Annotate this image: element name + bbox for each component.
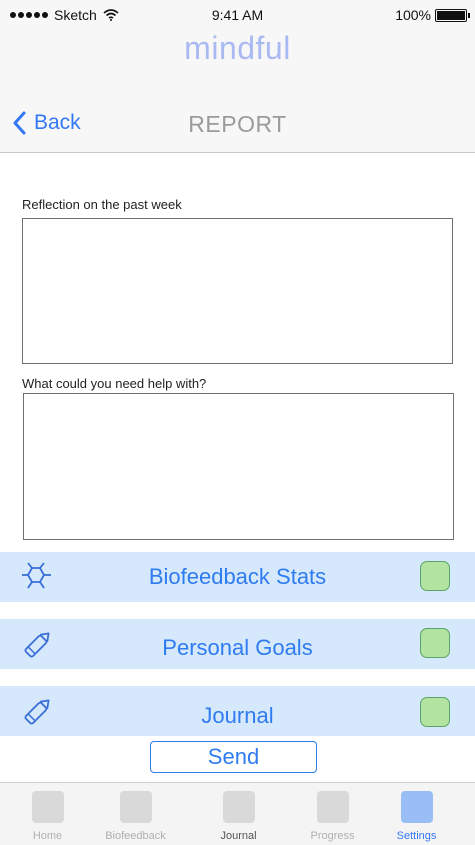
personal-goals-checkbox[interactable] [420,628,450,658]
settings-icon [400,791,433,823]
tab-home-label: Home [32,830,63,842]
biofeedback-stats-label: Biofeedback Stats [148,564,327,589]
tab-settings-label: Settings [396,830,437,842]
tab-biofeedback[interactable]: Biofeedback [88,783,183,845]
brand-logo-text: mindful [184,30,291,66]
tab-settings[interactable]: Settings [369,783,464,845]
help-label: What could you need help with? [22,376,207,391]
page-title: REPORT [188,111,287,137]
journal-icon [222,791,255,823]
tab-progress[interactable]: Progress [285,783,380,845]
journal-checkbox[interactable] [420,697,450,727]
reflection-textarea[interactable] [22,218,453,364]
send-button[interactable]: Send [150,741,317,773]
tab-journal-label: Journal [220,830,257,842]
biofeedback-stats-row[interactable]: Biofeedback Stats [0,552,475,602]
journal-label: Journal [201,703,274,728]
reflection-label: Reflection on the past week [22,197,182,212]
status-bar: Sketch 9:41 AM 100% [0,0,475,30]
biofeedback-icon [119,791,152,823]
app-header: mindful Back REPORT [0,30,475,153]
battery-status: 100% [395,7,470,23]
personal-goals-row[interactable]: Personal Goals [0,619,475,669]
battery-icon [435,8,470,22]
battery-percent: 100% [395,7,431,23]
progress-icon [316,791,349,823]
journal-row[interactable]: Journal [0,686,475,736]
biofeedback-stats-checkbox[interactable] [420,561,450,591]
personal-goals-label: Personal Goals [162,635,313,660]
tab-home[interactable]: Home [0,783,95,845]
help-textarea[interactable] [23,393,454,540]
tab-journal[interactable]: Journal [191,783,286,845]
tab-progress-label: Progress [310,830,355,842]
tab-biofeedback-label: Biofeedback [105,830,166,842]
home-icon [31,791,64,823]
tab-bar: Home Biofeedback Journal Progress Settin… [0,782,475,845]
